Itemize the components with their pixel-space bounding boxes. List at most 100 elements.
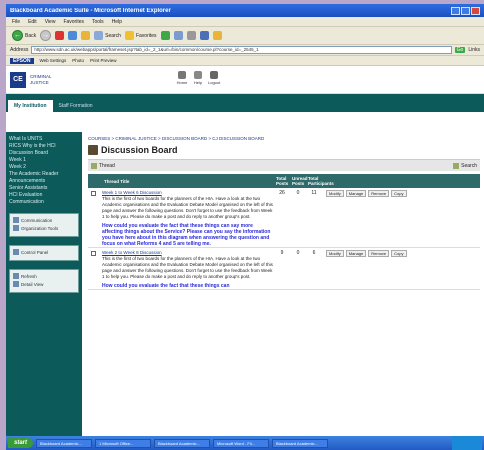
search-button[interactable]: Search bbox=[94, 31, 121, 40]
menu-help[interactable]: Help bbox=[112, 19, 122, 25]
start-button[interactable]: start bbox=[8, 438, 34, 448]
total-participants: 6 bbox=[312, 250, 316, 256]
taskbar-item[interactable]: Microsoft Word - Fil... bbox=[213, 438, 270, 448]
star-icon bbox=[124, 31, 134, 40]
menu-view[interactable]: View bbox=[45, 19, 56, 25]
sidebar-item[interactable]: HCI Evaluation bbox=[9, 192, 79, 198]
mail-icon[interactable] bbox=[173, 31, 183, 40]
close-button[interactable] bbox=[471, 6, 480, 15]
row-select bbox=[88, 250, 102, 289]
tab-my-institution[interactable]: My Institution bbox=[8, 100, 53, 112]
taskbar-item[interactable]: Blackboard Academic... bbox=[272, 438, 329, 448]
links-item[interactable]: Photo bbox=[72, 58, 84, 63]
browser-toolbar: ← Back → Search Favorites bbox=[6, 27, 484, 45]
media-icon[interactable] bbox=[160, 31, 170, 40]
taskbar-item[interactable]: Blackboard Academic... bbox=[154, 438, 211, 448]
home-link[interactable]: Home bbox=[176, 71, 188, 85]
sidebar-item[interactable]: Senior Assistants bbox=[9, 185, 79, 191]
forward-button[interactable]: → bbox=[40, 30, 52, 41]
taskbar-item[interactable]: Blackboard Academic... bbox=[36, 438, 93, 448]
header-icons: Home Help Logout bbox=[176, 71, 220, 85]
sidebar-item[interactable]: What Is UNITS bbox=[9, 136, 79, 142]
refresh-link[interactable]: Refresh bbox=[13, 273, 75, 279]
modify-button[interactable]: Modify bbox=[326, 190, 344, 197]
total-posts: 9 bbox=[280, 250, 284, 256]
address-input[interactable]: http://www.sdn.ac.uk/webapps/portal/fram… bbox=[31, 46, 452, 54]
copy-button[interactable]: Copy bbox=[391, 250, 407, 257]
links-item[interactable]: Print Preview bbox=[90, 58, 117, 63]
favorites-button[interactable]: Favorites bbox=[124, 31, 157, 40]
menu-favorites[interactable]: Favorites bbox=[63, 19, 84, 25]
column-header[interactable]: Total Participants bbox=[306, 176, 334, 186]
sidebar-item[interactable]: Week 1 bbox=[9, 157, 79, 163]
control-panel-icon bbox=[13, 249, 19, 255]
column-header[interactable]: Unread Posts bbox=[290, 176, 308, 186]
stop-icon[interactable] bbox=[55, 31, 65, 40]
sidebar-item[interactable]: Communication bbox=[9, 199, 79, 205]
unread-posts: 0 bbox=[296, 250, 300, 256]
column-header[interactable]: Thread Title bbox=[102, 179, 274, 184]
manage-button[interactable]: Manage bbox=[345, 190, 367, 197]
maximize-button[interactable] bbox=[461, 6, 470, 15]
refresh-box: Refresh Detail View bbox=[9, 269, 79, 293]
row-checkbox[interactable] bbox=[91, 191, 96, 196]
epson-logo: EPSON bbox=[10, 57, 34, 64]
sidebar-item[interactable]: RICS Why is the HCI bbox=[9, 143, 79, 149]
communication-icon bbox=[13, 217, 19, 223]
window-title: Blackboard Academic Suite - Microsoft In… bbox=[10, 7, 171, 14]
edit-icon[interactable] bbox=[199, 31, 209, 40]
search-link[interactable]: Search bbox=[453, 162, 477, 169]
sidebar-item[interactable]: Week 2 bbox=[9, 164, 79, 170]
thread-description: This is the first of two boards for the … bbox=[102, 196, 273, 219]
remove-button[interactable]: Remove bbox=[368, 190, 390, 197]
table-row: Week 1 to Week 6 Discussion This is the … bbox=[88, 188, 480, 248]
home-icon bbox=[178, 71, 186, 79]
folder-icon[interactable] bbox=[212, 31, 222, 40]
back-arrow-icon: ← bbox=[12, 30, 23, 41]
copy-button[interactable]: Copy bbox=[391, 190, 407, 197]
logout-icon bbox=[210, 71, 218, 79]
control-panel-link[interactable]: Control Panel bbox=[13, 249, 75, 255]
modify-button[interactable]: Modify bbox=[326, 250, 344, 257]
menu-tools[interactable]: Tools bbox=[92, 19, 104, 25]
tools-icon bbox=[13, 225, 19, 231]
thread-question: How could you evaluate the fact that the… bbox=[102, 223, 271, 247]
home-icon[interactable] bbox=[81, 31, 91, 40]
row-select bbox=[88, 190, 102, 247]
sidebar-item[interactable]: Announcements bbox=[9, 178, 79, 184]
site-header: CE CRIMINAL JUSTICE Home Help Logout bbox=[6, 66, 484, 94]
menu-edit[interactable]: Edit bbox=[28, 19, 37, 25]
institution-name: CRIMINAL JUSTICE bbox=[30, 73, 52, 85]
menu-file[interactable]: File bbox=[12, 19, 20, 25]
manage-button[interactable]: Manage bbox=[345, 250, 367, 257]
detail-view-link[interactable]: Detail View bbox=[13, 281, 75, 287]
course-menu: What Is UNITS RICS Why is the HCI Discus… bbox=[6, 132, 82, 436]
remove-button[interactable]: Remove bbox=[368, 250, 390, 257]
go-button[interactable]: Go bbox=[454, 47, 466, 53]
back-button[interactable]: ← Back bbox=[12, 30, 36, 41]
refresh-icon[interactable] bbox=[68, 31, 78, 40]
new-thread-button[interactable]: Thread bbox=[91, 162, 115, 169]
minimize-button[interactable] bbox=[451, 6, 460, 15]
column-header[interactable]: Total Posts bbox=[274, 176, 290, 186]
system-tray bbox=[452, 436, 482, 450]
communication-link[interactable]: Communication bbox=[13, 217, 75, 223]
print-icon[interactable] bbox=[186, 31, 196, 40]
logout-link[interactable]: Logout bbox=[208, 71, 220, 85]
unread-posts: 0 bbox=[296, 190, 300, 196]
tab-staff-formation[interactable]: Staff Formation bbox=[53, 100, 99, 112]
breadcrumb[interactable]: COURSES > CRIMINAL JUSTICE > DISCUSSION … bbox=[88, 136, 480, 141]
institution-logo: CE bbox=[10, 71, 26, 88]
total-participants: 11 bbox=[311, 190, 317, 196]
sidebar-item[interactable]: Discussion Board bbox=[9, 150, 79, 156]
row-checkbox[interactable] bbox=[91, 251, 96, 256]
add-thread-icon bbox=[91, 162, 97, 169]
taskbar-item[interactable]: 1 Microsoft Office... bbox=[95, 438, 152, 448]
help-link[interactable]: Help bbox=[192, 71, 204, 85]
links-item[interactable]: Web Settings bbox=[40, 58, 67, 63]
sidebar-item[interactable]: The Academic Reader bbox=[9, 171, 79, 177]
organization-tools-link[interactable]: Organization Tools bbox=[13, 225, 75, 231]
links-label[interactable]: Links bbox=[468, 47, 480, 53]
menu-bar: File Edit View Favorites Tools Help bbox=[6, 17, 484, 27]
address-label: Address bbox=[10, 47, 29, 53]
